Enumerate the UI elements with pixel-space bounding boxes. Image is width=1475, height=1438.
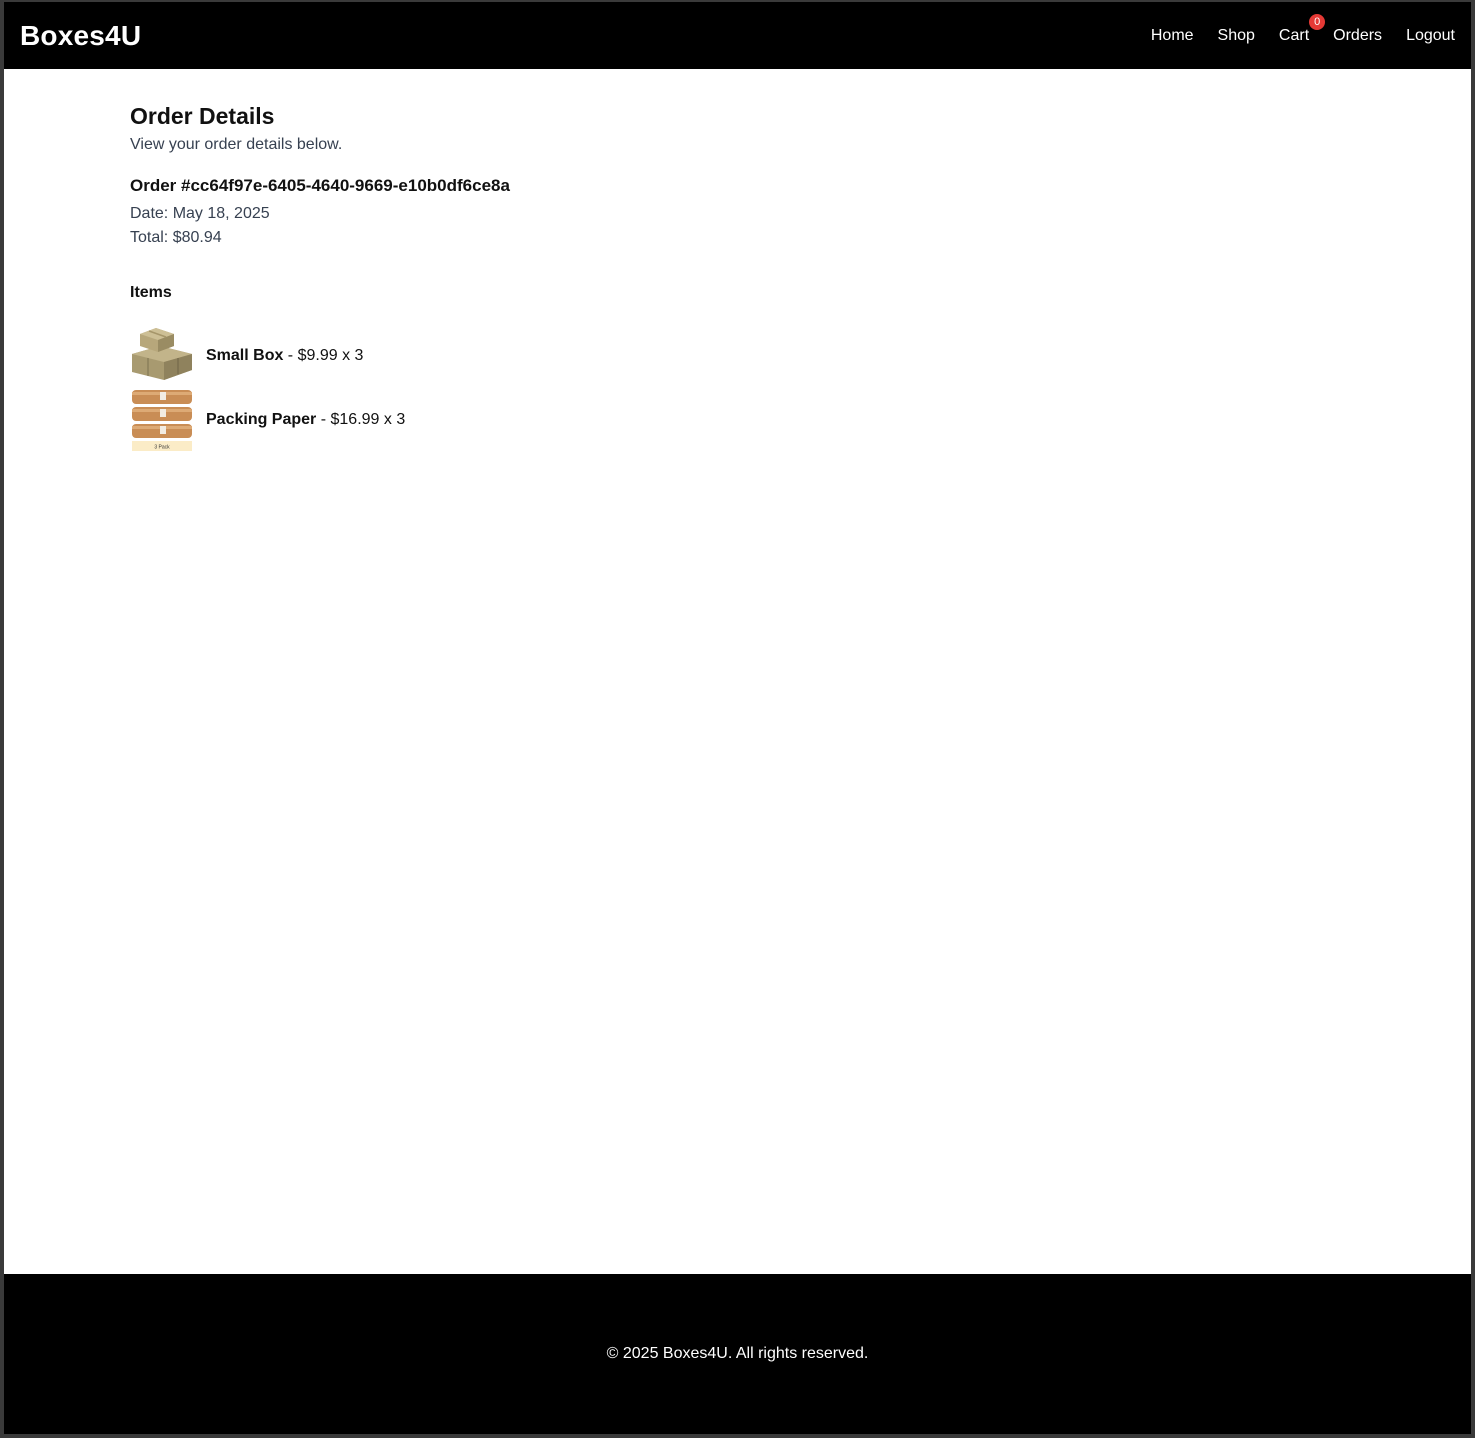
page-title: Order Details: [130, 103, 275, 129]
nav-cart-label: Cart: [1278, 26, 1310, 44]
browser-page: Boxes4U Home Shop Cart 0 Orders Logout O…: [4, 2, 1471, 1434]
item-name: Packing Paper: [206, 411, 317, 428]
main-content: Order Details View your order details be…: [4, 69, 1471, 1274]
item-text: Small Box - $9.99 x 3: [206, 347, 363, 365]
order-meta: Date: May 18, 2025 Total: $80.94: [130, 202, 1471, 250]
footer-copyright: © 2025 Boxes4U. All rights reserved.: [606, 1345, 869, 1362]
nav-links: Home Shop Cart 0 Orders Logout: [1151, 13, 1455, 45]
item-price-qty: - $16.99 x 3: [316, 411, 406, 428]
brand-logo[interactable]: Boxes4U: [20, 20, 141, 52]
item-price-qty: - $9.99 x 3: [283, 347, 364, 364]
order-number: Order #cc64f97e-6405-4640-9669-e10b0df6c…: [130, 176, 510, 195]
nav-shop-link[interactable]: Shop: [1218, 27, 1255, 45]
order-total: Total: $80.94: [130, 229, 222, 246]
list-item: Small Box - $9.99 x 3: [130, 324, 1471, 388]
pack-label: 3 Pack: [154, 445, 170, 451]
nav-logout-link[interactable]: Logout: [1406, 27, 1455, 45]
footer: © 2025 Boxes4U. All rights reserved.: [4, 1274, 1471, 1434]
cart-count-badge: 0: [1309, 13, 1326, 30]
item-name: Small Box: [206, 347, 284, 364]
nav-cart-link[interactable]: Cart 0: [1278, 13, 1326, 45]
list-item: 3 Pack Packing Paper - $16.99 x 3: [130, 388, 1471, 452]
order-items-list: Small Box - $9.99 x 3 3 Pack Packing Pap…: [130, 324, 1471, 452]
packing-paper-rolls-image: 3 Pack: [132, 390, 192, 451]
item-text: Packing Paper - $16.99 x 3: [206, 411, 405, 429]
cardboard-boxes-image: [132, 328, 192, 380]
nav-home-link[interactable]: Home: [1151, 27, 1194, 45]
nav-orders-link[interactable]: Orders: [1333, 27, 1382, 45]
items-heading: Items: [130, 284, 172, 301]
navbar: Boxes4U Home Shop Cart 0 Orders Logout: [4, 2, 1471, 69]
page-subtitle: View your order details below.: [130, 136, 343, 153]
order-date: Date: May 18, 2025: [130, 205, 270, 222]
